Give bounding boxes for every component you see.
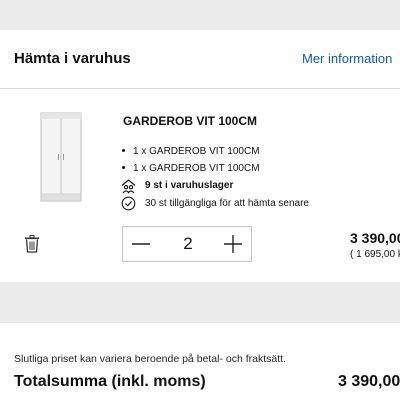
check-circle-icon — [121, 196, 136, 211]
minus-icon — [132, 243, 150, 245]
plus-icon — [224, 235, 242, 253]
decrease-button[interactable] — [123, 227, 159, 261]
bullet-icon — [122, 148, 125, 152]
price-disclaimer: Slutliga priset kan variera beroende på … — [14, 353, 286, 365]
bundle-item-label: 1 x GARDEROB VIT 100CM — [133, 146, 260, 157]
bundle-item: 1 x GARDEROB VIT 100CM — [122, 163, 260, 174]
total-label: Totalsumma (inkl. moms) — [14, 373, 206, 390]
total-value: 3 390,00 — [338, 373, 400, 390]
quantity-stepper: 2 — [122, 226, 252, 262]
store-people-icon — [121, 179, 136, 194]
section-title: Hämta i varuhus — [14, 50, 131, 67]
product-name[interactable]: GARDEROB VIT 100CM — [123, 114, 257, 128]
stock-text: 9 st i varuhuslager — [145, 180, 234, 191]
unit-price: ( 1 695,00 kr — [350, 249, 400, 260]
bundle-item: 1 x GARDEROB VIT 100CM — [122, 146, 260, 157]
product-image[interactable] — [36, 110, 86, 206]
divider — [0, 88, 400, 89]
more-info-link[interactable]: Mer information — [302, 51, 392, 66]
bullet-icon — [122, 165, 125, 169]
quantity-value[interactable]: 2 — [163, 234, 213, 254]
availability-text: 30 st tillgängliga för att hämta senare — [145, 198, 309, 209]
bundle-item-label: 1 x GARDEROB VIT 100CM — [133, 163, 260, 174]
trash-icon[interactable] — [24, 235, 40, 253]
line-price: 3 390,00 — [350, 230, 400, 246]
increase-button[interactable] — [215, 227, 251, 261]
